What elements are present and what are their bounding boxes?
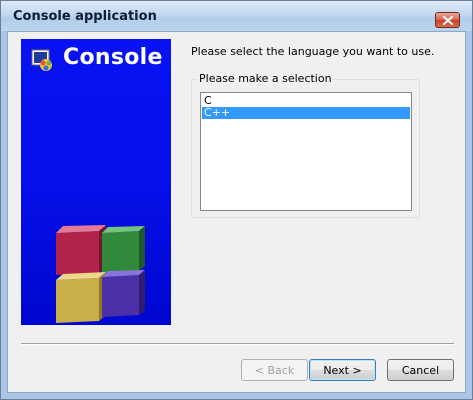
- footer-separator: [21, 343, 454, 345]
- cubes-icon: [56, 225, 145, 323]
- dialog-window: Console application Console Please selec…: [0, 0, 473, 400]
- banner-title: Console: [63, 45, 163, 70]
- language-listbox[interactable]: C C++: [200, 92, 412, 211]
- close-button[interactable]: [435, 12, 460, 28]
- list-item-cpp[interactable]: C++: [202, 107, 410, 119]
- dialog-client-area: Console Please select the language you w…: [7, 31, 466, 393]
- title-bar[interactable]: Console application: [1, 1, 472, 31]
- codeblocks-logo-icon: [31, 49, 52, 71]
- selection-group-label: Please make a selection: [197, 72, 334, 85]
- back-button[interactable]: < Back: [241, 359, 308, 381]
- window-title: Console application: [13, 9, 157, 24]
- close-icon: [443, 16, 453, 25]
- cancel-button[interactable]: Cancel: [387, 359, 454, 381]
- next-button[interactable]: Next >: [309, 359, 376, 381]
- instruction-text: Please select the language you want to u…: [191, 45, 435, 58]
- list-item-c[interactable]: C: [202, 95, 410, 107]
- wizard-banner: Console: [21, 39, 171, 325]
